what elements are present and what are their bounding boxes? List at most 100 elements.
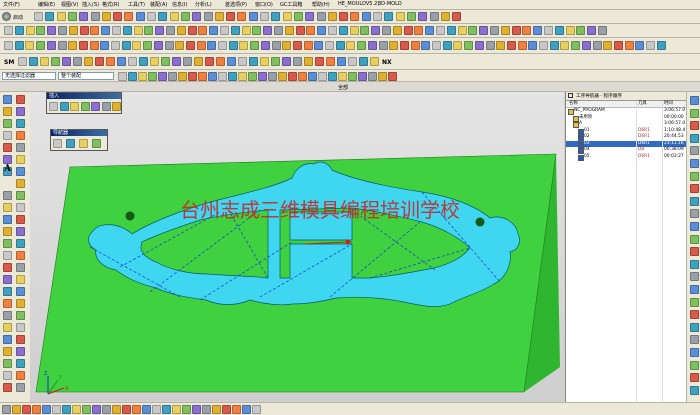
resource-bar-tab-icon[interactable] [689,348,699,357]
resource-bar-tab-icon[interactable] [689,360,699,370]
left-toolbar-tool-icon[interactable] [3,107,12,116]
toolbar-row-2-icon[interactable] [47,26,57,35]
left-toolbar-tool-icon[interactable] [16,335,25,344]
left-toolbar-tool-icon[interactable] [3,215,12,224]
toolbar-row-1-icon[interactable] [452,12,462,21]
toolbar-row-1-icon[interactable] [67,12,77,21]
toolbar-row-2-icon[interactable] [544,26,553,35]
toolbar-row-3-icon[interactable] [592,41,602,50]
bottom-toolbar-icon[interactable] [192,404,201,414]
column-header-time[interactable]: 时间 [664,101,673,107]
bottom-toolbar-icon[interactable] [2,404,11,414]
toolbar-row-4-icon[interactable] [84,57,93,66]
toolbar-row-2-icon[interactable] [166,26,175,35]
left-toolbar-tool-icon[interactable] [16,203,25,212]
left-toolbar-tool-icon[interactable] [16,215,25,224]
menu-item[interactable]: 分析(L) [195,1,212,8]
left-toolbar-tool-icon[interactable] [3,119,12,128]
toolbar-row-2-icon[interactable] [58,26,67,35]
toolbar-row-4-icon[interactable] [337,57,346,66]
insert-toolbar-icon[interactable] [112,102,121,111]
toolbar-row-3-icon[interactable] [442,41,452,50]
left-toolbar-tool-icon[interactable] [16,275,25,284]
toolbar-row-3-icon[interactable] [464,41,474,50]
navigator-toolbar-icon[interactable] [66,139,75,148]
toolbar-row-4-icon[interactable] [139,57,148,66]
left-toolbar-tool-icon[interactable] [3,131,12,140]
toolbar-row-2-icon[interactable] [4,26,13,35]
nx-button[interactable]: NX [382,59,392,66]
resource-bar-tab-icon[interactable] [689,121,699,131]
toolbar-row-3-icon[interactable] [389,41,399,50]
left-toolbar-tool-icon[interactable] [3,203,12,212]
toolbar-row-2-icon[interactable] [155,26,165,35]
left-toolbar-tool-icon[interactable] [16,263,25,272]
toolbar-row-4-icon[interactable] [205,57,214,66]
snap-icon[interactable] [118,71,127,81]
start-button-label[interactable]: 启动 [13,14,23,21]
left-toolbar-tool-icon[interactable] [16,155,25,164]
snap-icon[interactable] [128,71,137,81]
toolbar-row-3-icon[interactable] [506,41,516,50]
toolbar-row-1-icon[interactable] [214,12,224,21]
toolbar-row-4-icon[interactable] [183,57,192,66]
toolbar-row-3-icon[interactable] [25,41,35,50]
left-toolbar-tool-icon[interactable] [16,299,25,308]
toolbar-row-1-icon[interactable] [237,12,247,21]
toolbar-row-3-icon[interactable] [603,41,613,50]
toolbar-row-1-icon[interactable] [180,12,190,21]
toolbar-row-2-icon[interactable] [25,26,35,35]
left-toolbar-tool-icon[interactable] [16,383,25,392]
menu-item[interactable]: 帮助(H) [312,1,330,8]
toolbar-row-3-icon[interactable] [571,41,581,50]
bottom-toolbar-icon[interactable] [22,404,31,414]
left-toolbar-tool-icon[interactable] [3,227,12,236]
toolbar-row-2-icon[interactable] [198,26,208,35]
toolbar-row-2-icon[interactable] [382,26,391,35]
menu-item[interactable]: 编辑(E) [38,1,55,8]
toolbar-row-3-icon[interactable] [4,41,13,50]
insert-toolbar-icon[interactable] [70,102,79,111]
toolbar-row-3-icon[interactable] [68,41,78,50]
toolbar-row-4-icon[interactable] [359,57,368,66]
column-header-tool[interactable]: 刀具 [638,101,647,107]
snap-icon[interactable] [238,71,247,81]
menu-item[interactable]: 文件(F) [3,1,20,8]
toolbar-row-1-icon[interactable] [34,12,43,21]
snap-icon[interactable] [388,71,397,81]
bottom-toolbar-icon[interactable] [102,404,111,414]
toolbar-row-1-icon[interactable] [440,12,450,21]
snap-icon[interactable] [138,71,147,81]
bottom-toolbar-icon[interactable] [112,404,121,414]
bottom-toolbar-icon[interactable] [42,404,51,414]
toolbar-row-2-icon[interactable] [122,26,132,35]
resource-bar-tab-icon[interactable] [689,171,699,181]
snap-icon[interactable] [368,71,377,81]
toolbar-row-4-icon[interactable] [128,57,137,66]
toolbar-row-3-icon[interactable] [143,41,153,50]
snap-icon[interactable] [338,71,347,81]
toolbar-row-3-icon[interactable] [496,41,506,50]
toolbar-row-4-icon[interactable] [249,57,258,66]
toolbar-row-4-icon[interactable] [271,57,280,66]
toolbar-row-3-icon[interactable] [196,41,206,50]
toolbar-row-4-icon[interactable] [260,57,269,66]
graphics-window[interactable]: 台州志成三维模具编程培训学校 Z Y X 插入 导航器 [30,92,564,402]
bottom-toolbar-icon[interactable] [162,404,171,414]
nx-start-icon[interactable] [2,12,11,21]
insert-toolbar-icon[interactable] [49,102,58,111]
toolbar-row-3-icon[interactable] [121,41,131,50]
resource-bar-tab-icon[interactable] [689,222,699,231]
toolbar-row-3-icon[interactable] [560,41,570,50]
snap-icon[interactable] [328,71,337,81]
toolbar-row-3-icon[interactable] [613,41,623,50]
toolbar-row-2-icon[interactable] [371,26,381,35]
menu-item[interactable]: 格式(R) [102,1,119,8]
toolbar-row-3-icon[interactable] [218,41,227,50]
resource-bar-tab-icon[interactable] [689,247,699,257]
bottom-toolbar-icon[interactable] [232,404,241,414]
toolbar-row-3-icon[interactable] [453,41,463,50]
toolbar-row-2-icon[interactable] [36,26,46,35]
toolbar-row-4-icon[interactable] [95,57,104,66]
navigator-toolbar-icon[interactable] [53,139,62,148]
